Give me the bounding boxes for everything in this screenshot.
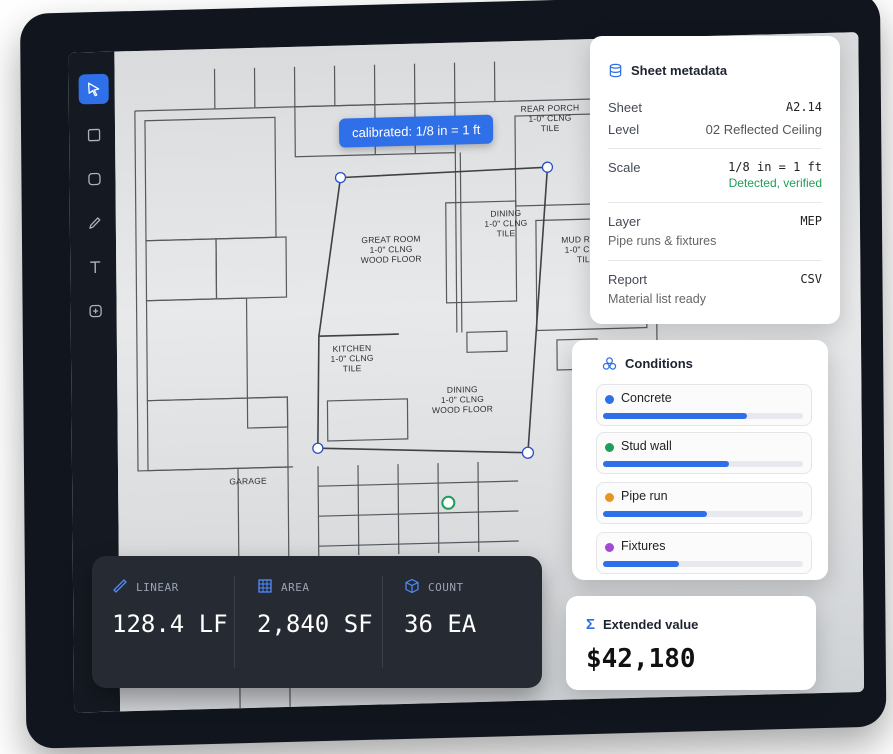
stat-label: LINEAR [136, 581, 179, 594]
meta-label: Sheet [608, 100, 642, 115]
card-title: Extended value [603, 617, 699, 632]
meta-value: A2.14 [785, 100, 822, 114]
grid-icon [258, 579, 272, 593]
room-title: GARAGE [229, 475, 267, 487]
card-title: Sheet metadata [631, 63, 728, 78]
sheet-metadata-header: Sheet metadata [608, 62, 727, 80]
condition-item[interactable]: Concrete [596, 384, 812, 426]
stat-value: 36 EA [404, 610, 477, 638]
stat-value: 128.4 LF [112, 610, 228, 638]
condition-color-dot [605, 443, 614, 452]
add-shape-tool-button[interactable] [80, 296, 110, 327]
report-description-row: Material list ready [608, 292, 822, 310]
divider [608, 148, 822, 149]
room-finish: TILE [496, 228, 516, 239]
report-description: Material list ready [608, 292, 706, 306]
condition-color-dot [605, 543, 614, 552]
room-label-great-room: GREAT ROOM 1-0" CLNG WOOD FLOOR [346, 233, 436, 266]
calibration-badge[interactable]: calibrated: 1/8 in = 1 ft [338, 114, 494, 148]
room-finish: TILE [342, 363, 362, 374]
scale-status-row: Detected, verified [608, 176, 822, 194]
layers-icon [602, 357, 617, 370]
condition-progress-fill [603, 511, 707, 517]
rounded-square-icon [88, 172, 101, 186]
stat-divider [234, 576, 235, 668]
stat-count: COUNT 36 EA [404, 578, 476, 638]
measurement-stats-panel: LINEAR 128.4 LF AREA 2,840 SF COUNT 36 E… [92, 556, 542, 688]
condition-name: Pipe run [621, 489, 668, 503]
ruler-icon [113, 579, 127, 593]
condition-progress-fill [603, 413, 747, 419]
rectangle-tool-button[interactable] [79, 120, 109, 151]
polygon-tool-button[interactable] [79, 164, 109, 195]
condition-color-dot [605, 493, 614, 502]
condition-progress-track [603, 461, 803, 467]
room-label-dining-top: DINING 1-0" CLNG TILE [466, 207, 546, 239]
condition-color-dot [605, 395, 614, 404]
stat-label: COUNT [428, 581, 464, 594]
conditions-card: Conditions Concrete Stud wall Pipe run Fixt… [572, 340, 828, 580]
condition-item[interactable]: Stud wall [596, 432, 812, 474]
meta-label: Level [608, 122, 640, 137]
text-tool-button[interactable] [80, 252, 110, 283]
extended-value-amount: $42,180 [586, 644, 696, 674]
meta-row-report: Report CSV [608, 272, 822, 290]
extended-value-header: Σ Extended value [586, 616, 698, 634]
meta-row-level: Level 02 Reflected Ceiling [608, 122, 822, 140]
card-title: Conditions [625, 356, 693, 371]
meta-row-layer: Layer MEP [608, 214, 822, 232]
meta-label: Report [608, 272, 648, 287]
condition-name: Stud wall [621, 439, 672, 453]
stat-linear: LINEAR 128.4 LF [112, 578, 228, 638]
condition-progress-track [603, 511, 803, 517]
pencil-icon [89, 217, 101, 229]
stat-value: 2,840 SF [257, 610, 373, 638]
room-label-rear-porch: REAR PORCH 1-0" CLNG TILE [505, 102, 595, 134]
cube-icon [405, 578, 419, 594]
meta-value: 02 Reflected Ceiling [705, 122, 822, 137]
condition-name: Fixtures [621, 539, 666, 553]
meta-row-sheet: Sheet A2.14 [608, 100, 822, 118]
scale-status: Detected, verified [728, 176, 822, 190]
divider [608, 260, 822, 261]
sheet-metadata-card: Sheet metadata Sheet A2.14 Level 02 Refl… [590, 36, 840, 324]
stat-label: AREA [281, 581, 310, 594]
select-tool-button[interactable] [78, 73, 109, 105]
condition-progress-track [603, 413, 803, 419]
meta-value: CSV [800, 272, 822, 286]
condition-progress-fill [603, 461, 729, 467]
condition-progress-fill [603, 561, 679, 567]
database-icon [609, 63, 622, 78]
square-icon [87, 128, 101, 142]
meta-label: Layer [608, 214, 641, 229]
stat-divider [382, 576, 383, 668]
room-label-garage: GARAGE [218, 475, 278, 487]
condition-name: Concrete [621, 391, 672, 405]
divider [608, 202, 822, 203]
condition-item[interactable]: Fixtures [596, 532, 812, 574]
meta-value: MEP [800, 214, 822, 228]
stat-area: AREA 2,840 SF [257, 578, 373, 638]
sigma-icon: Σ [586, 616, 596, 633]
text-icon [90, 261, 101, 274]
room-label-kitchen: KITCHEN 1-0" CLNG TILE [317, 342, 387, 374]
pencil-tool-button[interactable] [80, 208, 110, 239]
layer-description: Pipe runs & fixtures [608, 234, 717, 248]
meta-value: 1/8 in = 1 ft [728, 160, 822, 174]
meta-label: Scale [608, 160, 641, 175]
add-square-icon [89, 304, 102, 318]
condition-progress-track [603, 561, 803, 567]
cursor-icon [87, 82, 100, 97]
layer-description-row: Pipe runs & fixtures [608, 234, 822, 252]
extended-value-card: Σ Extended value $42,180 [566, 596, 816, 690]
condition-item[interactable]: Pipe run [596, 482, 812, 524]
conditions-header: Conditions [602, 355, 693, 373]
room-label-dining: DINING 1-0" CLNG WOOD FLOOR [417, 383, 507, 415]
